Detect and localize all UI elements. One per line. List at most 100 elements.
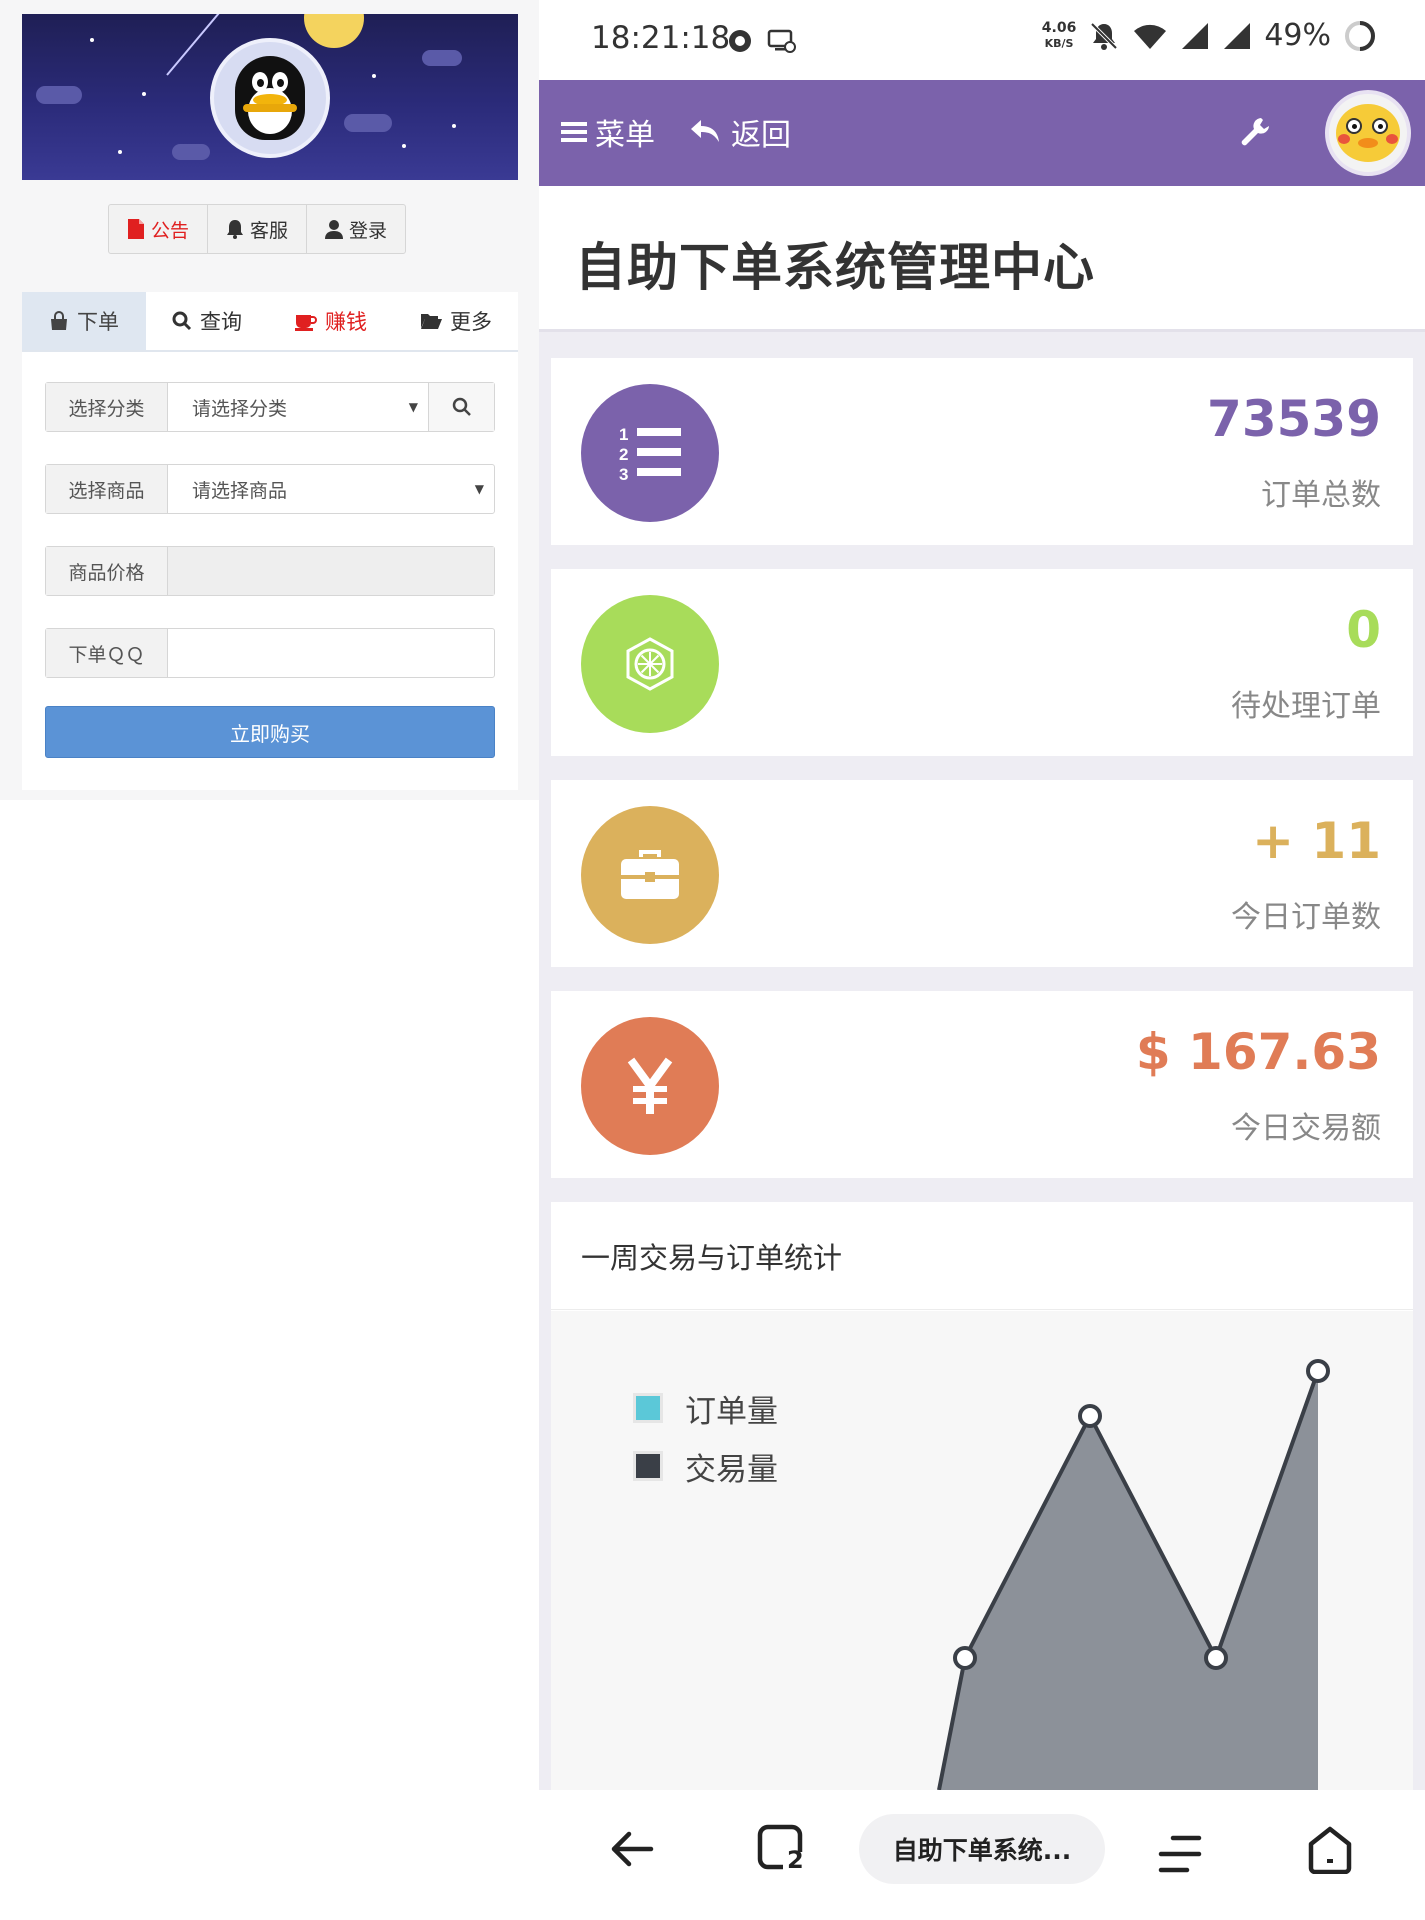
category-label: 选择分类 bbox=[46, 383, 168, 431]
tab-earn[interactable]: 赚钱 bbox=[268, 292, 394, 350]
pending-orders-value: 0 bbox=[1346, 601, 1381, 659]
data-point bbox=[1306, 1359, 1330, 1383]
left-panel: 公告 客服 登录 下单 查询 赚钱 更多 选择分类 请选择分类 ▼ 选择商品 请… bbox=[0, 0, 539, 800]
price-row: 商品价格 bbox=[45, 546, 495, 596]
back-button[interactable]: 返回 bbox=[689, 110, 791, 154]
chart-section-title: 一周交易与订单统计 bbox=[551, 1202, 1413, 1310]
weekly-stats-card: 一周交易与订单统计 订单量 交易量 bbox=[551, 1202, 1413, 1790]
notice-button[interactable]: 公告 bbox=[109, 205, 209, 253]
legend-swatch-orders bbox=[633, 1393, 663, 1423]
product-select[interactable]: 请选择商品 ▼ bbox=[168, 465, 494, 513]
qq-penguin-avatar bbox=[210, 38, 330, 158]
chevron-down-icon: ▼ bbox=[474, 482, 484, 496]
product-select-row: 选择商品 请选择商品 ▼ bbox=[45, 464, 495, 514]
weekly-stats-chart: 订单量 交易量 bbox=[551, 1311, 1413, 1790]
folder-open-icon bbox=[421, 314, 442, 329]
stat-card-pending-orders: 0 待处理订单 bbox=[551, 569, 1413, 756]
battery-icon bbox=[1345, 20, 1375, 51]
order-form-card: 下单 查询 赚钱 更多 选择分类 请选择分类 ▼ 选择商品 请选择商品 ▼ 商品… bbox=[22, 292, 518, 790]
qq-label: 下单ＱＱ bbox=[46, 629, 168, 677]
cloud-decoration bbox=[422, 50, 462, 66]
star-decoration bbox=[372, 74, 376, 78]
current-page-pill[interactable]: 自助下单系统... bbox=[859, 1814, 1105, 1884]
legend-item-transactions[interactable]: 交易量 bbox=[633, 1437, 778, 1495]
qq-row: 下单ＱＱ bbox=[45, 628, 495, 678]
back-nav-button[interactable] bbox=[609, 1828, 655, 1874]
legend-label-transactions: 交易量 bbox=[685, 1451, 778, 1488]
cloud-decoration bbox=[172, 144, 210, 160]
order-tabs: 下单 查询 赚钱 更多 bbox=[22, 292, 518, 352]
star-decoration bbox=[118, 150, 122, 154]
legend-item-orders[interactable]: 订单量 bbox=[633, 1379, 778, 1437]
briefcase-icon bbox=[581, 806, 719, 944]
signal-icon bbox=[1224, 22, 1251, 49]
tab-more[interactable]: 更多 bbox=[394, 292, 518, 350]
svg-text:3: 3 bbox=[619, 465, 628, 484]
star-decoration bbox=[402, 144, 406, 148]
network-speed-value: 4.06 bbox=[1041, 19, 1077, 36]
screenshot-root: 公告 客服 登录 下单 查询 赚钱 更多 选择分类 请选择分类 ▼ 选择商品 请… bbox=[0, 0, 1425, 1920]
data-point bbox=[953, 1646, 977, 1670]
coffee-cup-icon bbox=[295, 315, 317, 331]
tab-query[interactable]: 查询 bbox=[146, 292, 268, 350]
home-button[interactable] bbox=[1307, 1826, 1353, 1878]
chart-legend: 订单量 交易量 bbox=[633, 1379, 778, 1495]
wifi-icon bbox=[1134, 24, 1167, 49]
category-select[interactable]: 请选择分类 ▼ bbox=[168, 383, 428, 431]
total-orders-label: 订单总数 bbox=[1261, 478, 1381, 513]
tab-more-label: 更多 bbox=[450, 310, 492, 334]
data-point bbox=[1078, 1404, 1102, 1428]
page-title-bar: 自助下单系统管理中心 bbox=[539, 186, 1425, 332]
pending-orders-label: 待处理订单 bbox=[1231, 689, 1381, 724]
page-title: 自助下单系统管理中心 bbox=[575, 239, 1096, 298]
numbered-list-icon: 1 2 3 bbox=[581, 384, 719, 522]
customer-service-button[interactable]: 客服 bbox=[208, 205, 308, 253]
network-speed: 4.06 KB/S bbox=[1041, 19, 1077, 51]
menu-lines-icon bbox=[1158, 1835, 1202, 1873]
qq-input[interactable] bbox=[168, 629, 494, 677]
arrow-left-icon bbox=[611, 1831, 654, 1867]
wrench-icon bbox=[1241, 118, 1269, 146]
tab-query-label: 查询 bbox=[200, 310, 242, 334]
settings-button[interactable] bbox=[1239, 116, 1271, 152]
user-icon bbox=[325, 220, 344, 239]
today-revenue-label: 今日交易额 bbox=[1231, 1111, 1381, 1146]
menu-label: 菜单 bbox=[595, 118, 655, 153]
legend-label-orders: 订单量 bbox=[685, 1393, 778, 1430]
shopping-bag-icon bbox=[51, 311, 67, 330]
legend-swatch-transactions bbox=[633, 1451, 663, 1481]
status-left-icons bbox=[727, 28, 797, 54]
bell-icon bbox=[227, 220, 244, 239]
category-search-button[interactable] bbox=[428, 383, 494, 431]
cloud-decoration bbox=[36, 86, 82, 104]
tab-order[interactable]: 下单 bbox=[22, 292, 146, 350]
yen-icon bbox=[581, 1017, 719, 1155]
star-decoration bbox=[452, 124, 456, 128]
total-orders-value: 73539 bbox=[1207, 390, 1381, 448]
record-icon bbox=[729, 30, 751, 52]
customer-service-label: 客服 bbox=[250, 219, 289, 242]
notice-button-label: 公告 bbox=[151, 219, 190, 242]
star-decoration bbox=[90, 38, 94, 42]
search-icon bbox=[452, 397, 471, 416]
banner-image bbox=[22, 14, 518, 180]
today-orders-value: + 11 bbox=[1252, 812, 1381, 870]
login-label: 登录 bbox=[349, 219, 388, 242]
chevron-down-icon: ▼ bbox=[408, 400, 418, 414]
home-icon bbox=[1308, 1826, 1352, 1875]
screen-cast-icon bbox=[767, 29, 796, 53]
buy-now-button[interactable]: 立即购买 bbox=[45, 706, 495, 758]
price-label: 商品价格 bbox=[46, 547, 168, 595]
user-avatar[interactable] bbox=[1325, 90, 1411, 176]
menu-lines-button[interactable] bbox=[1157, 1834, 1203, 1878]
document-icon bbox=[128, 219, 144, 239]
tab-earn-label: 赚钱 bbox=[325, 310, 367, 334]
category-select-row: 选择分类 请选择分类 ▼ bbox=[45, 382, 495, 432]
series-transaction-area bbox=[939, 1371, 1318, 1790]
cloud-decoration bbox=[344, 114, 392, 132]
tabs-button[interactable]: 2 bbox=[757, 1824, 807, 1878]
moon-decoration bbox=[304, 14, 364, 48]
menu-button[interactable]: 菜单 bbox=[561, 110, 655, 154]
status-bar: 18:21:18 4.06 KB/S 49% bbox=[539, 0, 1425, 80]
login-button[interactable]: 登录 bbox=[307, 205, 405, 253]
